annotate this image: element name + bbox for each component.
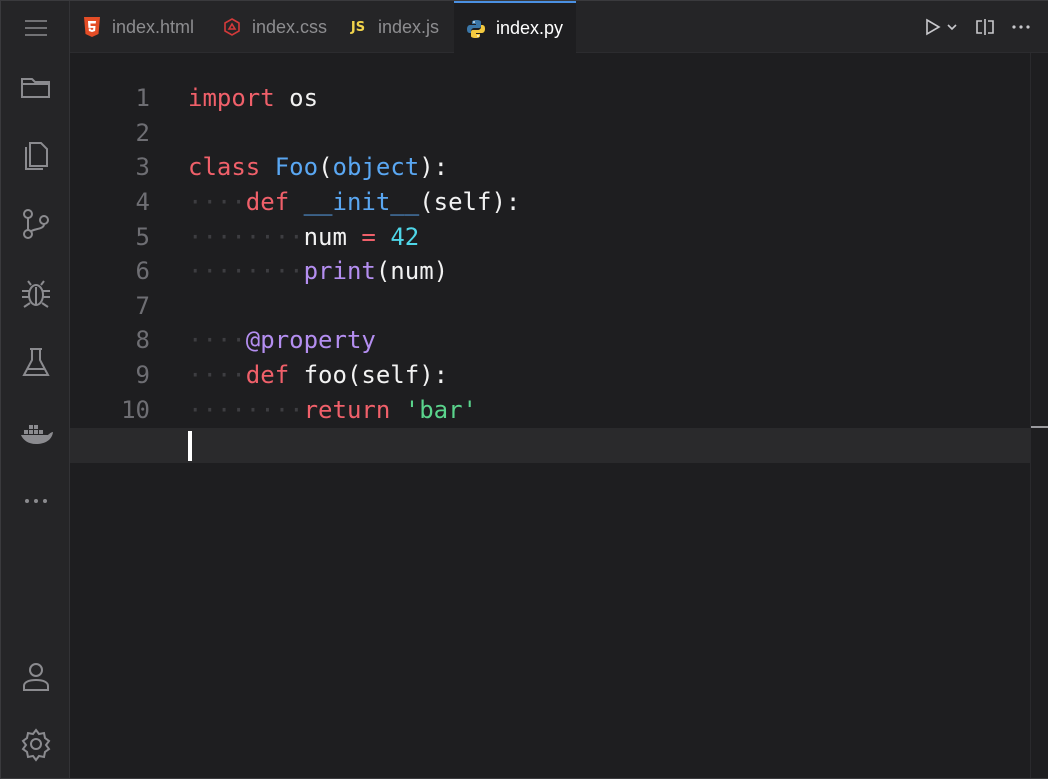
code-token: foo(self): — [289, 361, 449, 390]
line-number: 8 — [135, 326, 150, 355]
code-token: import — [188, 84, 275, 113]
menu-icon[interactable] — [1, 3, 70, 53]
js-icon: JS — [350, 19, 366, 35]
line-number: 10 — [121, 395, 150, 424]
code-token: @property — [245, 326, 376, 355]
code-text: ········ return 'bar' — [188, 396, 477, 424]
indent-guide: ········ — [188, 222, 304, 251]
tab-label: index.js — [378, 16, 440, 37]
line-number: 1 — [135, 84, 150, 113]
css-icon — [222, 17, 242, 37]
code-line[interactable]: 6 ········ print (num) — [70, 254, 1030, 289]
run-button[interactable] — [924, 12, 960, 42]
code-line[interactable]: 7 — [70, 289, 1030, 324]
code-line[interactable]: 9 ···· def foo(self): — [70, 358, 1030, 393]
code-token: = — [346, 222, 391, 251]
test-flask-icon[interactable] — [1, 337, 70, 387]
tab-label: index.css — [252, 16, 328, 37]
docker-icon[interactable] — [1, 407, 70, 457]
editor-toolbar — [924, 1, 1048, 53]
files-icon[interactable] — [1, 130, 70, 180]
editor-window: index.html index.css JS index.js index.p… — [0, 0, 1048, 779]
code-line[interactable]: 1 import os — [70, 81, 1030, 116]
code-token: os — [274, 84, 319, 113]
tab-label: index.py — [496, 18, 564, 38]
code-token: __init__ — [303, 188, 420, 217]
code-token: (num) — [375, 257, 449, 286]
code-token: Foo — [274, 153, 319, 182]
indent-guide: ···· — [188, 361, 246, 390]
code-line[interactable]: 3 class Foo(object): — [70, 150, 1030, 185]
code-text: import os — [188, 84, 318, 112]
line-number: 6 — [135, 257, 150, 286]
code-token: print — [303, 257, 376, 286]
tab-index-html[interactable]: index.html — [70, 1, 210, 53]
code-token: ): — [419, 153, 449, 182]
code-text: ···· def __init__ (self): — [188, 188, 520, 216]
code-token: ( — [318, 153, 333, 182]
activity-bar — [1, 1, 70, 778]
more-icon[interactable] — [1, 476, 70, 526]
line-number: 9 — [135, 361, 150, 390]
line-number: 4 — [135, 188, 150, 217]
code-token: num — [303, 222, 347, 251]
code-text: ········ print (num) — [188, 257, 448, 285]
tab-index-js[interactable]: JS index.js — [336, 1, 453, 53]
code-token: return — [303, 395, 391, 424]
source-control-icon[interactable] — [1, 199, 70, 249]
tab-index-py[interactable]: index.py — [454, 1, 576, 54]
indent-guide: ···· — [188, 326, 246, 355]
debug-icon[interactable] — [1, 268, 70, 318]
line-number: 5 — [135, 222, 150, 251]
code-token: 42 — [390, 222, 420, 251]
python-icon — [466, 19, 486, 39]
code-token: (self): — [419, 188, 521, 217]
code-token: def — [245, 188, 290, 217]
code-line[interactable]: 2 — [70, 116, 1030, 151]
code-token: object — [332, 153, 420, 182]
code-token: 'bar' — [404, 395, 477, 424]
code-token: class — [188, 153, 261, 182]
code-line[interactable]: 5 ········ num = 42 — [70, 219, 1030, 254]
code-line[interactable]: 4 ···· def __init__ (self): — [70, 185, 1030, 220]
line-number: 3 — [135, 153, 150, 182]
vertical-scrollbar[interactable] — [1030, 53, 1048, 778]
html5-icon — [82, 17, 102, 37]
line-number: 7 — [135, 291, 150, 320]
code-line[interactable]: 10 ········ return 'bar' — [70, 392, 1030, 427]
tab-label: index.html — [112, 16, 195, 37]
more-actions-button[interactable] — [1010, 12, 1032, 42]
settings-icon[interactable] — [1, 719, 70, 769]
account-icon[interactable] — [1, 651, 70, 701]
folder-icon[interactable] — [1, 62, 70, 112]
indent-guide: ········ — [188, 257, 304, 286]
indent-guide: ···· — [188, 188, 246, 217]
code-editor[interactable]: 1 import os 2 3 class Foo(object): 4 ···· def _… — [70, 53, 1030, 778]
split-editor-button[interactable] — [974, 12, 996, 42]
text-cursor — [188, 431, 192, 461]
code-text: class Foo(object): — [188, 153, 448, 181]
code-text: ········ num = 42 — [188, 223, 419, 251]
code-text: ···· def foo(self): — [188, 361, 448, 389]
indent-guide: ········ — [188, 395, 304, 424]
scrollbar-cursor-marker — [1031, 426, 1048, 428]
tab-index-css[interactable]: index.css — [210, 1, 336, 53]
line-number: 2 — [135, 118, 150, 147]
current-line[interactable] — [70, 428, 1030, 463]
code-line[interactable]: 8 ···· @property — [70, 323, 1030, 358]
tab-bar: index.html index.css JS index.js index.p… — [70, 1, 1048, 54]
code-token: def — [245, 361, 290, 390]
code-text: ···· @property — [188, 326, 376, 354]
